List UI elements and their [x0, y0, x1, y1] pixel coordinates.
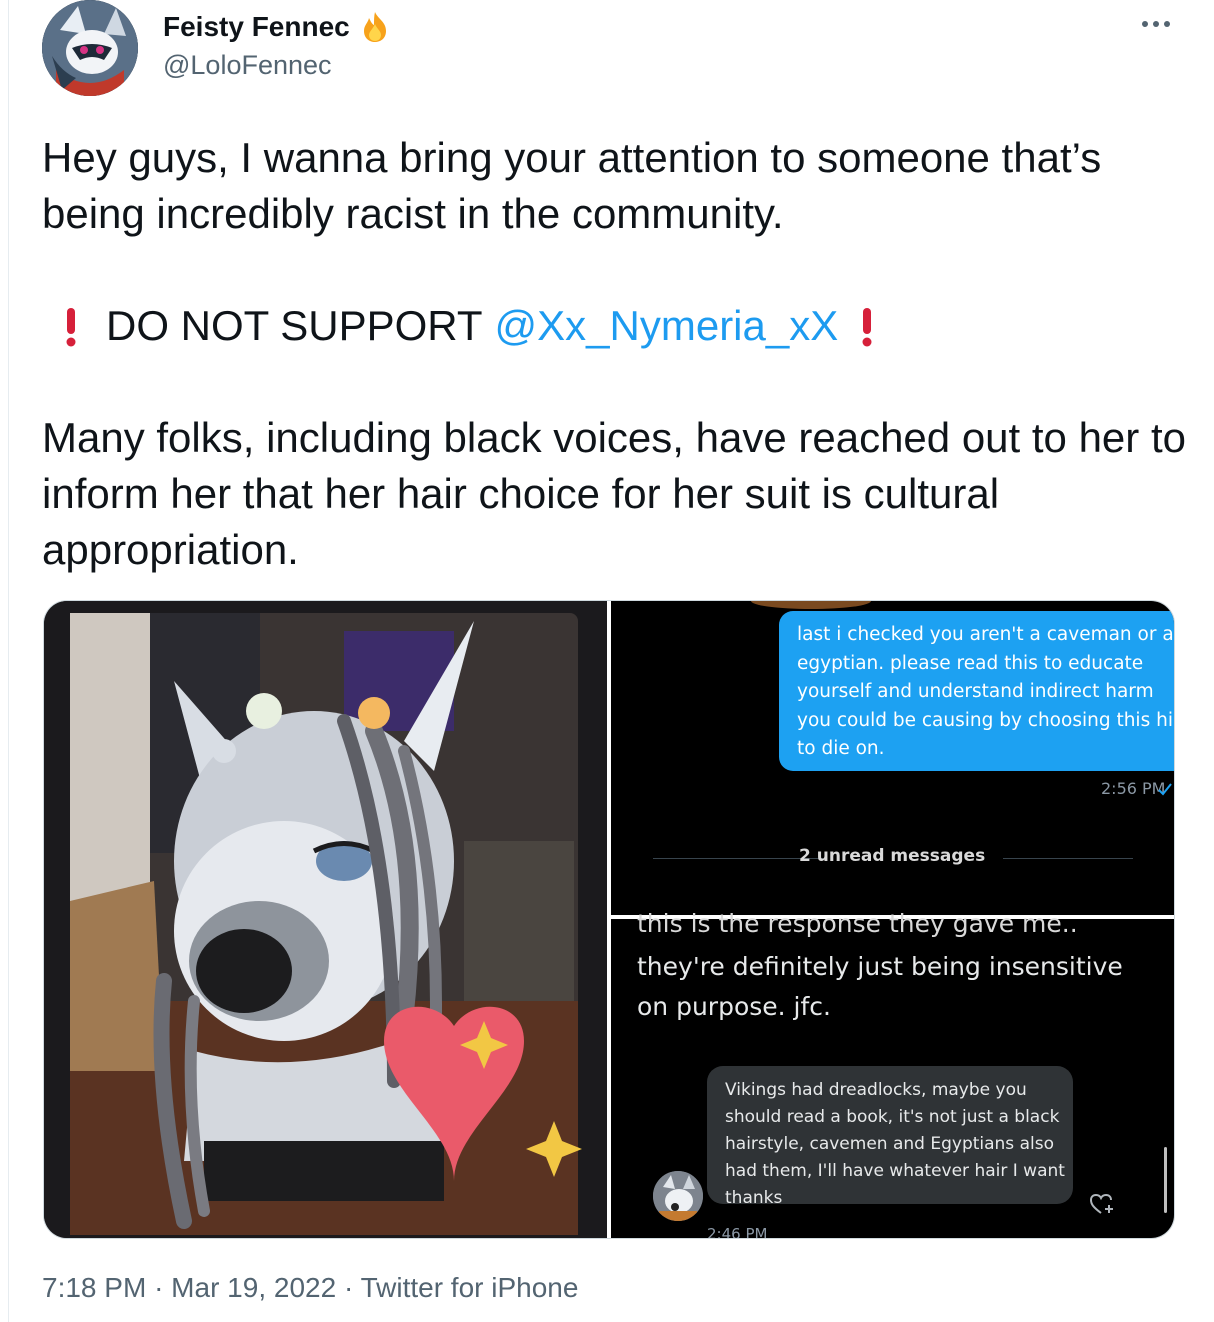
name-row: Feisty Fennec — [163, 10, 392, 44]
display-name[interactable]: Feisty Fennec — [163, 11, 350, 43]
page-border — [8, 0, 9, 1322]
tweet-alert-line: DO NOT SUPPORT @Xx_Nymeria_xX — [42, 298, 1192, 354]
divider — [653, 858, 823, 859]
exclamation-icon — [42, 302, 82, 350]
media-grid: last i checked you aren't a caveman or a… — [43, 600, 1175, 1239]
tweet-date[interactable]: Mar 19, 2022 — [171, 1272, 336, 1303]
tweet-metadata: 7:18 PM · Mar 19, 2022 · Twitter for iPh… — [42, 1272, 578, 1304]
scrollbar[interactable] — [1164, 1147, 1167, 1213]
dm-timestamp: 2:56 PM — [1101, 779, 1166, 798]
dm-received-text: Vikings had dreadlocks, maybe you should… — [725, 1080, 1065, 1208]
media-dm-screenshot-2[interactable]: this is the response they gave me.. they… — [611, 909, 1174, 1239]
response-text: they're definitely just being insensitiv… — [637, 952, 1123, 1021]
sender-avatar — [653, 1171, 703, 1221]
tweet-text: Hey guys, I wanna bring your attention t… — [42, 130, 1192, 578]
tweet-time[interactable]: 7:18 PM — [42, 1272, 146, 1303]
separator: · — [343, 1272, 354, 1303]
check-icon — [1158, 783, 1172, 796]
handle[interactable]: @LoloFennec — [163, 50, 332, 81]
more-options-icon[interactable] — [1140, 18, 1172, 30]
tweet-paragraph-3: Many folks, including black voices, have… — [42, 414, 1186, 573]
dm-sent-text: last i checked you aren't a caveman or a… — [797, 624, 1175, 759]
media-dm-screenshot-1[interactable]: last i checked you aren't a caveman or a… — [611, 601, 1174, 915]
alert-text: DO NOT SUPPORT — [106, 302, 483, 349]
unread-label: 2 unread messages — [799, 846, 986, 866]
avatar[interactable] — [42, 0, 138, 96]
heart-add-icon[interactable] — [1089, 1193, 1115, 1215]
mention-link[interactable]: @Xx_Nymeria_xX — [495, 298, 839, 354]
tweet-paragraph-1: Hey guys, I wanna bring your attention t… — [42, 134, 1102, 237]
tweet-source[interactable]: Twitter for iPhone — [361, 1272, 579, 1303]
divider — [1003, 858, 1133, 859]
separator: · — [154, 1272, 164, 1303]
response-cut-text: this is the response they gave me.. — [637, 909, 1078, 938]
media-photo-fursuit[interactable] — [44, 601, 607, 1238]
exclamation-icon — [854, 302, 894, 350]
fire-icon — [363, 12, 386, 42]
dm-timestamp: 2:46 PM — [707, 1225, 768, 1239]
